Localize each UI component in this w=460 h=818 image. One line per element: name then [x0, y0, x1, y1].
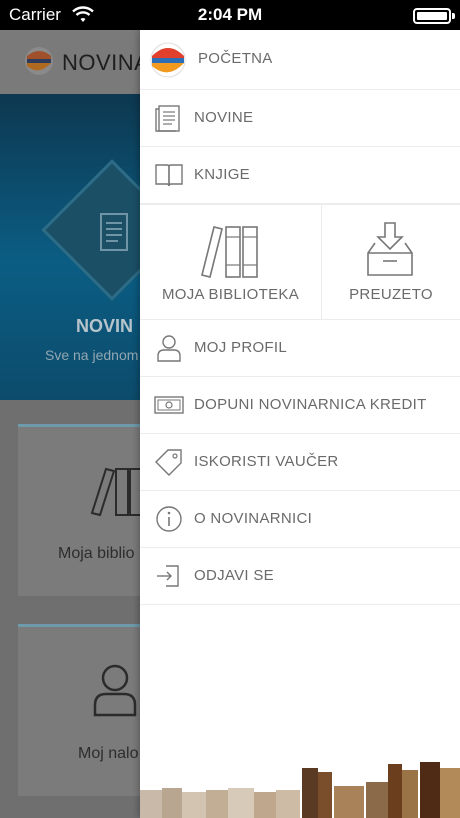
menu-item-odjavi-se[interactable]: ODJAVI SE: [140, 548, 460, 605]
battery-icon: [413, 8, 451, 24]
hero-title: NOVIN: [76, 316, 134, 336]
account-card[interactable]: Moj nalo: [18, 624, 140, 796]
background-screen[interactable]: NOVINA NOVIN Sve na jednom Moja biblio M…: [0, 30, 140, 818]
library-card[interactable]: Moja biblio: [18, 424, 140, 596]
menu-item-o-novinarnici[interactable]: O NOVINARNICI: [140, 491, 460, 548]
navigation-drawer: POČETNA NOVINE KNJIGE MOJA BIBLIOTEKA PR…: [140, 30, 460, 818]
banknote-icon: [154, 396, 184, 414]
menu-item-label: KNJIGE: [194, 166, 250, 183]
tile-preuzeto[interactable]: PREUZETO: [322, 205, 460, 320]
brand-title: NOVINA: [62, 50, 140, 75]
hero-subtitle: Sve na jednom: [45, 347, 139, 363]
quick-tiles: MOJA BIBLIOTEKA PREUZETO: [140, 204, 460, 320]
tile-moja-biblioteka[interactable]: MOJA BIBLIOTEKA: [140, 205, 322, 320]
menu-item-label: MOJ PROFIL: [194, 339, 288, 356]
menu-item-label: ISKORISTI VAUČER: [194, 453, 339, 470]
user-icon: [157, 335, 181, 362]
menu-item-pocetna[interactable]: POČETNA: [140, 30, 460, 90]
status-bar: Carrier 2:04 PM: [0, 0, 460, 30]
library-icon: [201, 226, 258, 278]
menu-item-knjige[interactable]: KNJIGE: [140, 147, 460, 204]
menu-item-novine[interactable]: NOVINE: [140, 90, 460, 147]
menu-item-label: NOVINE: [194, 109, 254, 126]
books-illustration: [140, 762, 460, 818]
logout-icon: [157, 565, 179, 587]
menu-item-dopuni-kredit[interactable]: DOPUNI NOVINARNICA KREDIT: [140, 377, 460, 434]
tile-label: PREUZETO: [349, 286, 433, 303]
library-card-label: Moja biblio: [58, 545, 135, 562]
document-icon: [100, 213, 128, 251]
menu-item-label: POČETNA: [198, 50, 273, 67]
account-card-label: Moj nalo: [78, 745, 139, 762]
user-icon: [93, 664, 137, 717]
app-logo-icon: [150, 42, 186, 78]
menu-item-moj-profil[interactable]: MOJ PROFIL: [140, 320, 460, 377]
app-logo-icon: [25, 47, 53, 75]
menu-item-iskoristi-vaucer[interactable]: ISKORISTI VAUČER: [140, 434, 460, 491]
book-icon: [155, 164, 183, 187]
menu-item-label: DOPUNI NOVINARNICA KREDIT: [194, 396, 427, 413]
menu-item-label: O NOVINARNICI: [194, 510, 313, 527]
clock: 2:04 PM: [197, 5, 263, 24]
info-icon: [156, 506, 182, 532]
library-icon: [90, 467, 140, 517]
battery-tip: [452, 13, 455, 19]
tag-icon: [155, 449, 182, 476]
tile-label: MOJA BIBLIOTEKA: [161, 286, 300, 303]
background-header: NOVINA: [0, 30, 140, 94]
download-box-icon: [367, 222, 413, 276]
background-hero: NOVIN Sve na jednom: [0, 94, 140, 400]
menu-item-label: ODJAVI SE: [194, 567, 274, 584]
newspaper-icon: [155, 105, 180, 132]
